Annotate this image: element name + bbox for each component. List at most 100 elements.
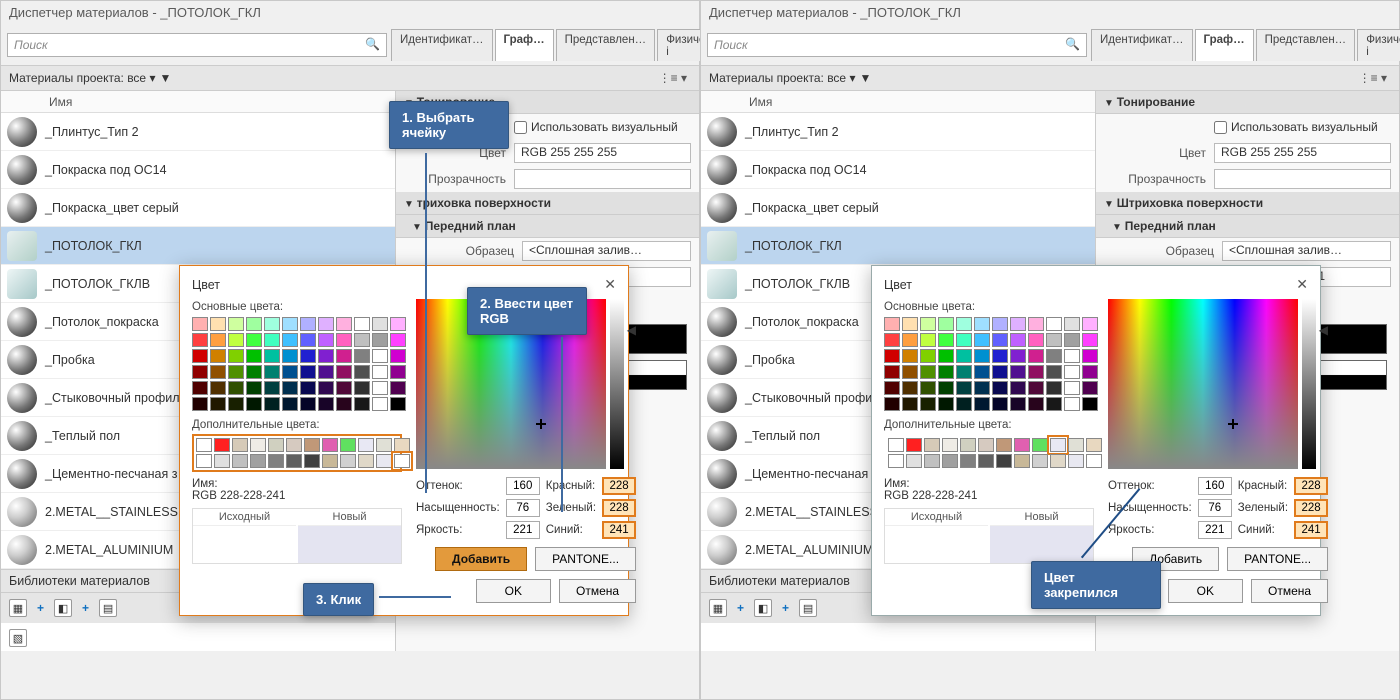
swatch[interactable]: [372, 365, 388, 379]
swatch[interactable]: [992, 381, 1008, 395]
swatch[interactable]: [906, 454, 922, 468]
swatch[interactable]: [318, 317, 334, 331]
list-item[interactable]: _Плинтус_Тип 2: [1, 113, 395, 151]
swatch[interactable]: [300, 349, 316, 363]
swatch[interactable]: [210, 365, 226, 379]
swatch[interactable]: [938, 365, 954, 379]
column-header-name[interactable]: Имя: [701, 91, 1095, 113]
swatch[interactable]: [888, 438, 904, 452]
swatch[interactable]: [884, 365, 900, 379]
swatch[interactable]: [372, 349, 388, 363]
swatch[interactable]: [884, 317, 900, 331]
swatch[interactable]: [920, 333, 936, 347]
new-material-icon[interactable]: ▦: [709, 599, 727, 617]
swatch[interactable]: [192, 317, 208, 331]
swatch[interactable]: [884, 349, 900, 363]
swatch[interactable]: [228, 333, 244, 347]
filter-icon[interactable]: ▼: [859, 71, 871, 85]
swatch[interactable]: [996, 454, 1012, 468]
section-foreground[interactable]: Передний план: [425, 219, 516, 233]
swatch[interactable]: [1028, 365, 1044, 379]
list-item[interactable]: _Плинтус_Тип 2: [701, 113, 1095, 151]
transparency-value[interactable]: [1214, 169, 1391, 189]
swatch[interactable]: [1010, 365, 1026, 379]
red-input[interactable]: [1294, 477, 1328, 495]
list-item[interactable]: _Покраска под ОС14: [701, 151, 1095, 189]
swatch[interactable]: [214, 454, 230, 468]
ok-button[interactable]: OK: [476, 579, 551, 603]
add-button[interactable]: Добавить: [435, 547, 527, 571]
swatch[interactable]: [340, 438, 356, 452]
new-from-icon[interactable]: ◧: [754, 599, 772, 617]
list-item[interactable]: _Покраска под ОС14: [1, 151, 395, 189]
close-icon[interactable]: ✕: [604, 276, 616, 293]
pantone-button[interactable]: PANTONE...: [1227, 547, 1328, 571]
swatch[interactable]: [300, 365, 316, 379]
swatch[interactable]: [974, 365, 990, 379]
swatch[interactable]: [1032, 454, 1048, 468]
hue-input[interactable]: [1198, 477, 1232, 495]
folder-icon[interactable]: ▤: [799, 599, 817, 617]
swatch[interactable]: [1064, 349, 1080, 363]
swatch[interactable]: [1050, 454, 1066, 468]
swatch[interactable]: [210, 397, 226, 411]
swatch[interactable]: [358, 454, 374, 468]
swatch[interactable]: [1028, 397, 1044, 411]
swatch[interactable]: [1064, 317, 1080, 331]
swatch[interactable]: [938, 333, 954, 347]
swatch[interactable]: [304, 438, 320, 452]
swatch[interactable]: [992, 365, 1008, 379]
swatch[interactable]: [372, 397, 388, 411]
use-visual-checkbox[interactable]: [1214, 121, 1227, 134]
section-tint[interactable]: Тонирование: [1117, 95, 1195, 109]
swatch[interactable]: [246, 365, 262, 379]
swatch[interactable]: [1046, 333, 1062, 347]
swatch[interactable]: [268, 438, 284, 452]
swatch[interactable]: [304, 454, 320, 468]
swatch[interactable]: [1010, 349, 1026, 363]
swatch[interactable]: [974, 317, 990, 331]
swatch[interactable]: [920, 397, 936, 411]
view-mode-icon[interactable]: ⋮≡ ▾: [1355, 69, 1391, 87]
swatch[interactable]: [372, 333, 388, 347]
sample-value[interactable]: <Сплошная залив…: [1222, 241, 1391, 261]
search-input[interactable]: Поиск 🔍: [7, 33, 387, 57]
swatch[interactable]: [246, 333, 262, 347]
section-surface[interactable]: Штриховка поверхности: [1117, 196, 1263, 210]
swatch[interactable]: [376, 454, 392, 468]
swatch[interactable]: [340, 454, 356, 468]
swatch[interactable]: [390, 381, 406, 395]
swatch[interactable]: [322, 438, 338, 452]
transparency-value[interactable]: [514, 169, 691, 189]
filter-label[interactable]: Материалы проекта: все ▾: [9, 71, 155, 85]
swatch[interactable]: [1032, 438, 1048, 452]
filter-label[interactable]: Материалы проекта: все ▾: [709, 71, 855, 85]
swatch[interactable]: [318, 333, 334, 347]
swatch[interactable]: [938, 317, 954, 331]
basic-swatches[interactable]: [192, 317, 402, 411]
swatch[interactable]: [318, 349, 334, 363]
folder-icon[interactable]: ▤: [99, 599, 117, 617]
swatch[interactable]: [1010, 317, 1026, 331]
swatch[interactable]: [394, 438, 410, 452]
swatch[interactable]: [232, 438, 248, 452]
close-icon[interactable]: ✕: [1296, 276, 1308, 293]
swatch[interactable]: [920, 365, 936, 379]
search-icon[interactable]: 🔍: [1065, 37, 1080, 51]
swatch[interactable]: [354, 365, 370, 379]
swatch[interactable]: [1082, 333, 1098, 347]
swatch[interactable]: [210, 317, 226, 331]
swatch[interactable]: [264, 333, 280, 347]
color-gradient[interactable]: [1108, 299, 1298, 469]
swatch[interactable]: [250, 454, 266, 468]
swatch[interactable]: [920, 317, 936, 331]
swatch[interactable]: [264, 349, 280, 363]
swatch[interactable]: [978, 454, 994, 468]
section-surface[interactable]: триховка поверхности: [417, 196, 551, 210]
swatch[interactable]: [192, 365, 208, 379]
list-item[interactable]: _Покраска_цвет серый: [1, 189, 395, 227]
column-header-name[interactable]: Имя: [1, 91, 395, 113]
swatch[interactable]: [192, 381, 208, 395]
color-value[interactable]: RGB 255 255 255: [1214, 143, 1391, 163]
swatch[interactable]: [300, 381, 316, 395]
